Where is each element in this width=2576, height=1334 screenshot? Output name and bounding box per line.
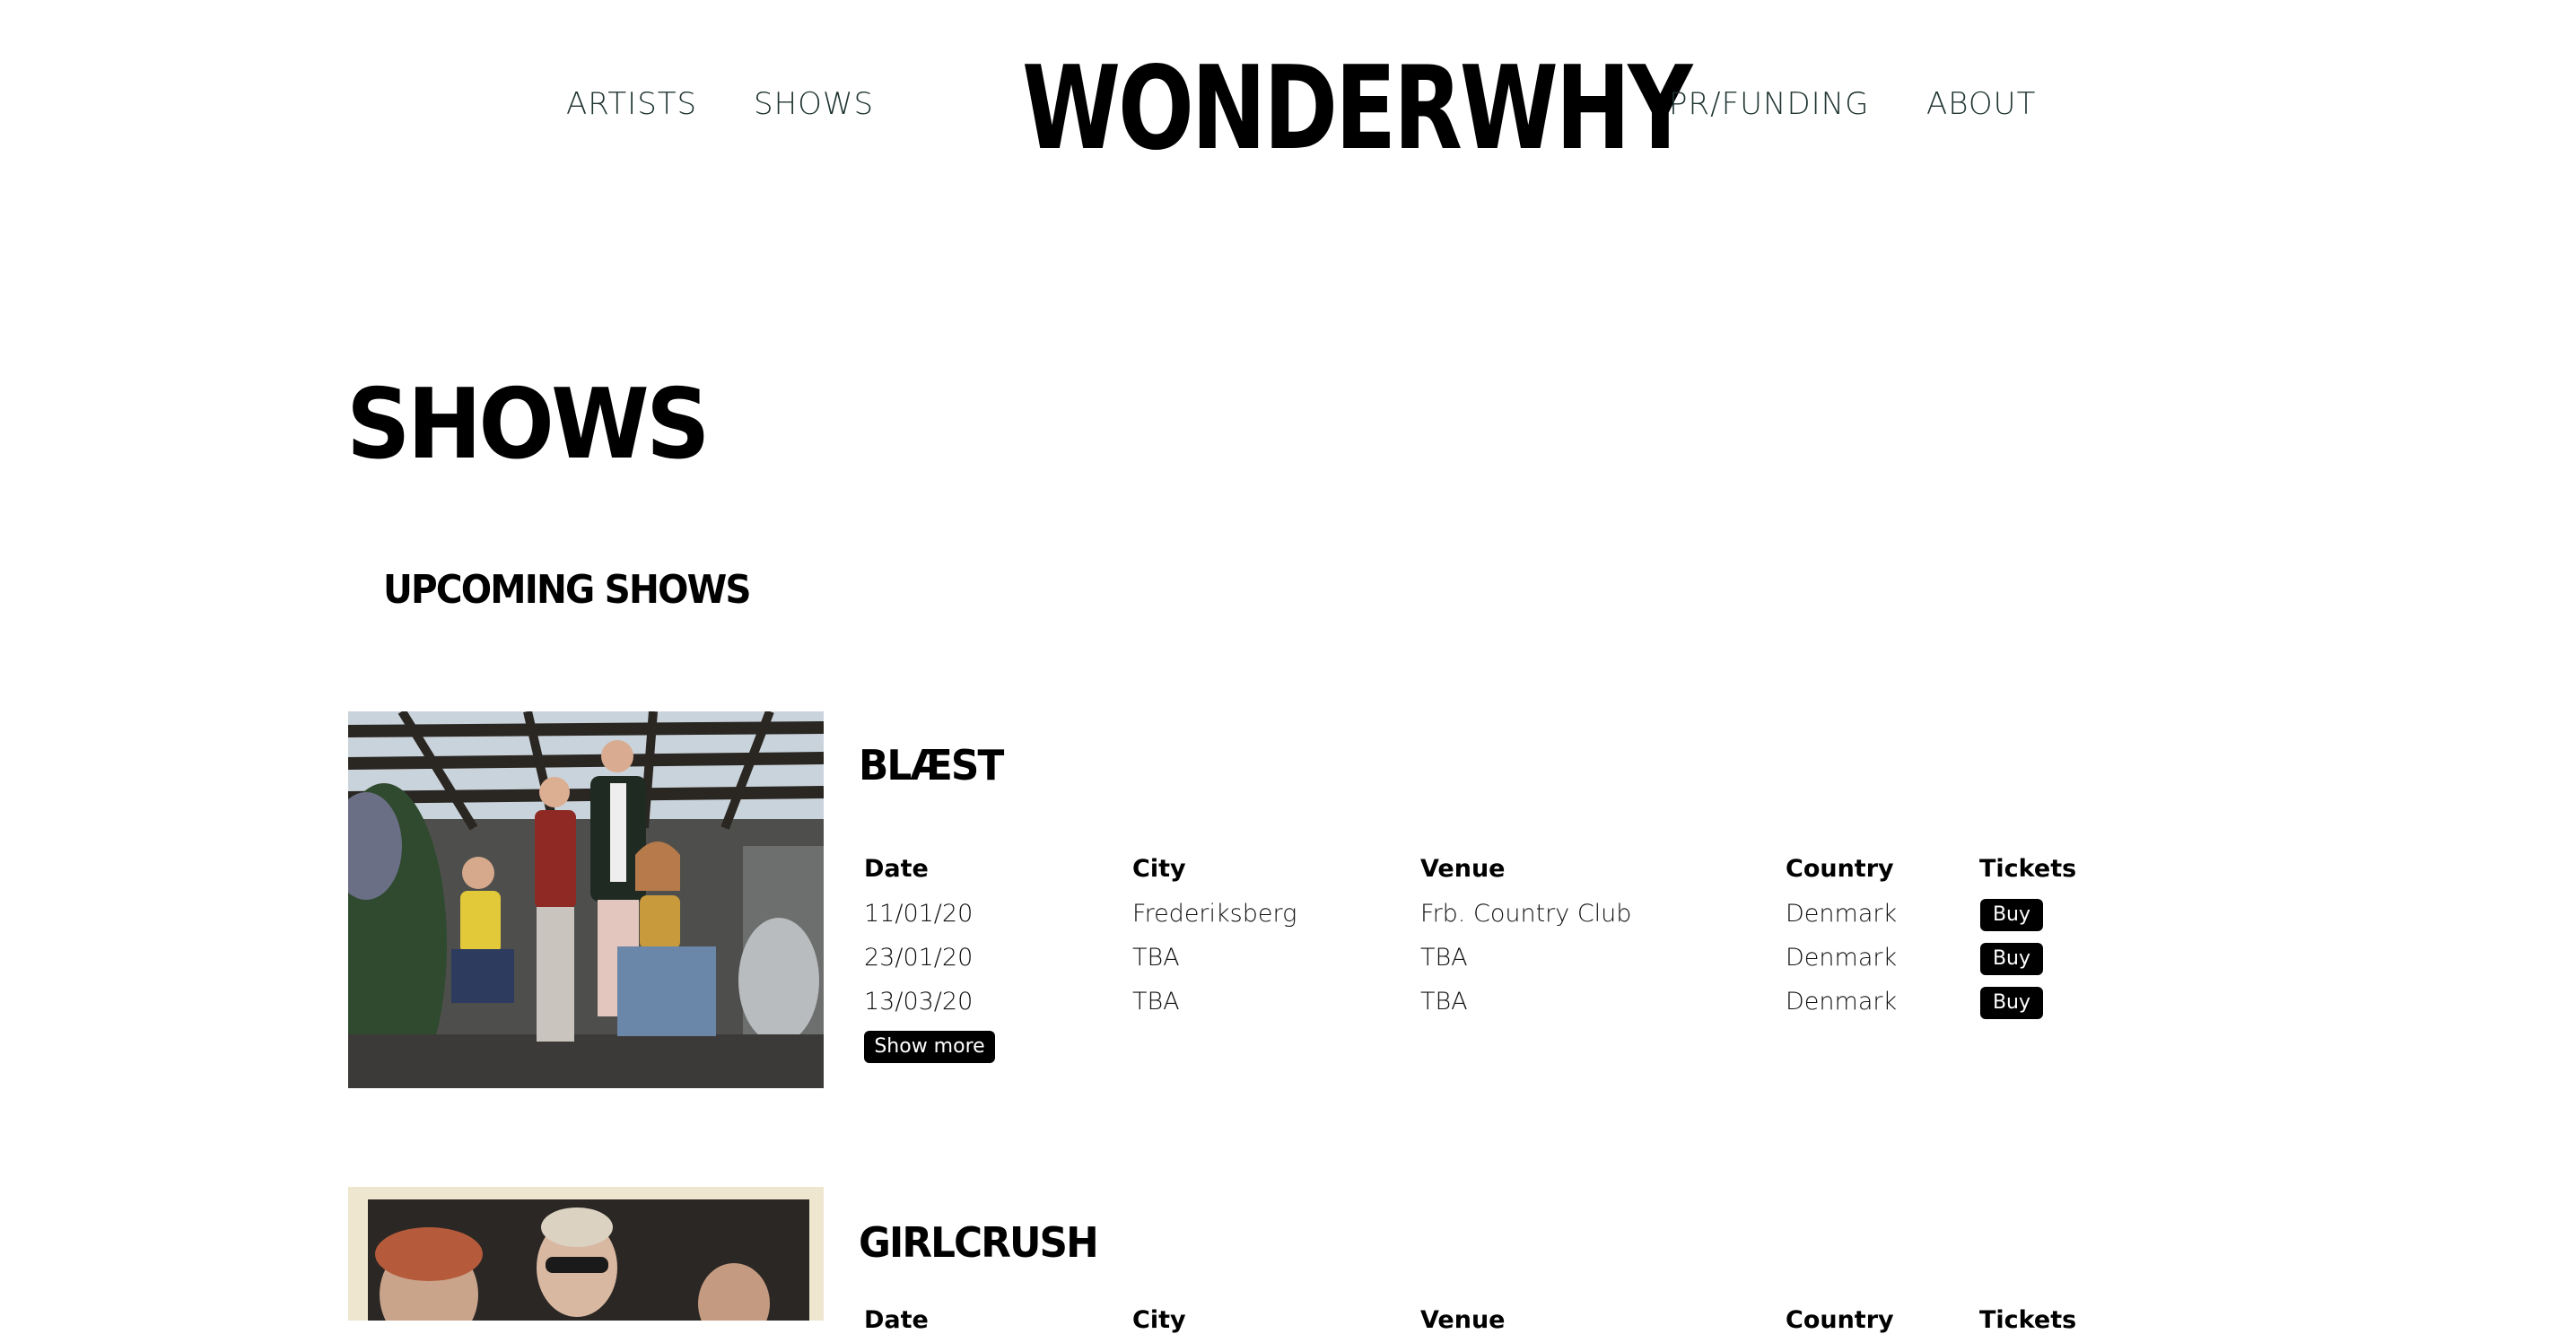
- show-date: 23/01/20: [864, 944, 974, 972]
- show-venue: Frb. Country Club: [1420, 900, 1632, 928]
- show-venue: TBA: [1420, 944, 1468, 972]
- nav-pr-funding-link[interactable]: PR/FUNDING: [1669, 86, 1869, 122]
- nav-shows-link[interactable]: SHOWS: [754, 86, 874, 122]
- show-more-button[interactable]: Show more: [864, 1031, 995, 1063]
- buy-ticket-button[interactable]: Buy: [1980, 987, 2043, 1019]
- buy-ticket-button[interactable]: Buy: [1980, 943, 2043, 975]
- section-title: UPCOMING SHOWS: [383, 567, 752, 613]
- artist-name[interactable]: BLÆST: [859, 745, 1004, 786]
- show-date: 13/03/20: [864, 988, 974, 1016]
- nav-artists-link[interactable]: ARTISTS: [566, 86, 697, 122]
- artist-photo[interactable]: [348, 1187, 824, 1321]
- show-city: TBA: [1132, 944, 1180, 972]
- col-header-country: Country: [1786, 855, 1894, 883]
- nav-about-link[interactable]: ABOUT: [1926, 86, 2036, 122]
- buy-ticket-button[interactable]: Buy: [1980, 899, 2043, 931]
- show-country: Denmark: [1786, 900, 1898, 928]
- show-country: Denmark: [1786, 988, 1898, 1016]
- page-title: SHOWS: [346, 369, 711, 481]
- top-navigation: ARTISTS SHOWS WONDERWHY PR/FUNDING ABOUT: [0, 0, 2576, 215]
- col-header-date: Date: [864, 855, 929, 883]
- show-city: TBA: [1132, 988, 1180, 1016]
- show-city: Frederiksberg: [1132, 900, 1297, 928]
- col-header-tickets: Tickets: [1979, 855, 2077, 883]
- col-header-city: City: [1132, 855, 1186, 883]
- show-venue: TBA: [1420, 988, 1468, 1016]
- col-header-venue: Venue: [1420, 855, 1506, 883]
- show-date: 11/01/20: [864, 900, 974, 928]
- show-country: Denmark: [1786, 944, 1898, 972]
- site-logo[interactable]: WONDERWHY: [1022, 47, 1693, 172]
- artist-name[interactable]: GIRLCRUSH: [859, 1222, 1099, 1263]
- artist-photo[interactable]: [348, 711, 824, 1088]
